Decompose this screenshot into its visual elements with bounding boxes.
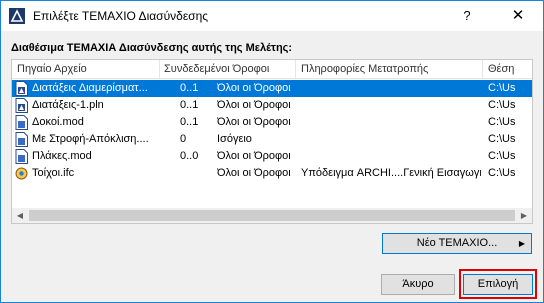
cell-count: 0..1 [180, 99, 199, 111]
cell-source-file: Με Στροφή-Απόκλιση.... [32, 133, 149, 145]
cancel-button[interactable]: Άκυρο [381, 274, 455, 295]
cell-floors: Όλοι οι Όροφοι [217, 99, 291, 111]
cell-location: C:\Us [488, 99, 516, 111]
column-header-floors[interactable]: Συνδεδεμένοι Όροφοι [164, 63, 269, 75]
cell-count: 0..0 [180, 150, 199, 162]
column-header-info[interactable]: Πληροφορίες Μετατροπής [301, 63, 428, 75]
table-row[interactable]: Δοκοί.mod 0..1 Όλοι οι Όροφοι C:\Us [12, 114, 532, 131]
pln-file-icon [15, 81, 28, 96]
help-button[interactable]: ? [457, 7, 477, 25]
column-divider[interactable] [482, 60, 483, 79]
title-bar[interactable]: Επιλέξτε ΤΕΜΑΧΙΟ Διασύνδεσης ? ✕ [1, 1, 543, 31]
cell-location: C:\Us [488, 150, 516, 162]
scroll-right-icon[interactable]: ▶ [516, 208, 532, 223]
cell-location: C:\Us [488, 82, 516, 94]
cell-source-file: Διατάξεις Διαμερίσματ... [32, 82, 148, 94]
cell-floors: Όλοι οι Όροφοι [217, 150, 291, 162]
column-header-source[interactable]: Πηγαίο Αρχείο [17, 63, 87, 75]
cell-floors: Όλοι οι Όροφοι [217, 167, 291, 179]
cell-source-file: Δοκοί.mod [32, 116, 84, 128]
cell-count: 0 [180, 133, 187, 145]
scrollbar-thumb[interactable] [29, 210, 515, 221]
table-row[interactable]: Διατάξεις-1.pln 0..1 Όλοι οι Όροφοι C:\Us [12, 97, 532, 114]
table-row[interactable]: Τοίχοι.ifc Όλοι οι Όροφοι Υπόδειγμα ARCHI.… [12, 165, 532, 182]
submenu-arrow-icon: ▶ [518, 239, 525, 248]
table-row[interactable]: Διατάξεις Διαμερίσματ... 0..1 Όλοι οι Όροφ… [12, 80, 532, 97]
column-divider[interactable] [295, 60, 296, 79]
horizontal-scrollbar[interactable]: ◀ ▶ [12, 208, 532, 223]
column-divider[interactable] [159, 60, 160, 79]
cell-floors: Ισόγειο [217, 133, 252, 145]
ifc-file-icon [15, 166, 28, 181]
cell-floors: Όλοι οι Όροφοι [217, 116, 291, 128]
table-row[interactable]: Πλάκες.mod 0..0 Όλοι οι Όροφοι C:\Us [12, 148, 532, 165]
cell-count: 0..1 [180, 82, 199, 94]
window-title: Επιλέξτε ΤΕΜΑΧΙΟ Διασύνδεσης [33, 9, 209, 23]
dialog-window: Επιλέξτε ΤΕΜΑΧΙΟ Διασύνδεσης ? ✕ Διαθέσι… [0, 0, 544, 303]
cell-location: C:\Us [488, 133, 516, 145]
cell-source-file: Πλάκες.mod [32, 150, 92, 162]
scroll-left-icon[interactable]: ◀ [12, 208, 28, 223]
cell-source-file: Διατάξεις-1.pln [32, 99, 104, 111]
select-button[interactable]: Επιλογή [463, 274, 533, 295]
cell-location: C:\Us [488, 167, 516, 179]
mod-file-icon [15, 132, 28, 147]
section-title: Διαθέσιμα ΤΕΜΑΧΙΑ Διασύνδεσης αυτής της … [11, 42, 293, 54]
table-row[interactable]: Με Στροφή-Απόκλιση.... 0 Ισόγειο C:\Us [12, 131, 532, 148]
cell-floors: Όλοι οι Όροφοι [217, 82, 291, 94]
archicad-app-icon [9, 8, 25, 24]
cell-source-file: Τοίχοι.ifc [32, 167, 75, 179]
pln-file-icon [15, 98, 28, 113]
mod-file-icon [15, 149, 28, 164]
cell-count: 0..1 [180, 116, 199, 128]
new-hotlink-label: Νέο ΤΕΜΑΧΙΟ... [416, 237, 498, 249]
table-header: Πηγαίο Αρχείο Συνδεδεμένοι Όροφοι Πληροφ… [12, 60, 532, 79]
mod-file-icon [15, 115, 28, 130]
hotlink-table: Πηγαίο Αρχείο Συνδεδεμένοι Όροφοι Πληροφ… [11, 59, 533, 224]
column-header-location[interactable]: Θέση [488, 63, 514, 75]
cell-conversion-info: Υπόδειγμα ARCHI....Γενική Εισαγωγή [301, 167, 481, 179]
close-button[interactable]: ✕ [507, 7, 529, 25]
new-hotlink-button[interactable]: Νέο ΤΕΜΑΧΙΟ... ▶ [382, 233, 532, 254]
cell-location: C:\Us [488, 116, 516, 128]
